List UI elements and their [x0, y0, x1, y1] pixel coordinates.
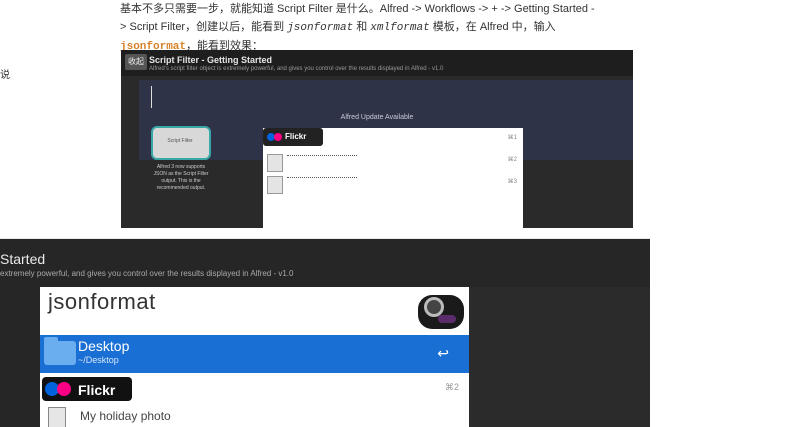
alfred-results-panel: jsonformat Desktop ~/Desktop ↩ Flickr ⌘2…	[40, 287, 469, 427]
flickr-pink-dot-icon	[57, 382, 71, 396]
top-title-bar: Script Filter - Getting Started Alfred's…	[121, 50, 633, 76]
top-subtitle: Alfred's script filter object is extreme…	[149, 66, 444, 72]
article-line-1: 基本不多只需要一步，就能知道 Script Filter 是什么。Alfred …	[120, 3, 595, 15]
mini-result-shortcut: ⌘1	[507, 135, 517, 141]
result-title: My holiday photo	[80, 409, 171, 423]
bottom-title-bar: Started extremely powerful, and gives yo…	[0, 239, 650, 285]
flickr-result-badge[interactable]: Flickr	[42, 377, 132, 401]
screenshot-top: Script Filter - Getting Started Alfred's…	[121, 50, 633, 228]
mini-result-shortcut: ⌘2	[507, 157, 517, 163]
mini-result-row[interactable]: ⌘2	[265, 152, 521, 172]
magnifier-icon	[424, 297, 444, 317]
mini-results-panel: Flickr ⌘1 ⌘2 ⌘3	[263, 128, 523, 228]
article-line-2: > Script Filter，创建以后，能看到 jsonformat 和 xm…	[120, 18, 640, 37]
file-icon	[48, 407, 66, 427]
script-filter-description: Alfred 3 now supports JSON as the Script…	[153, 164, 209, 191]
result-row[interactable]: My holiday photo	[46, 407, 466, 427]
folder-icon	[44, 337, 76, 365]
bottom-subtitle: extremely powerful, and gives you contro…	[0, 269, 294, 278]
result-row-selected[interactable]: Desktop ~/Desktop ↩	[40, 335, 469, 373]
script-filter-icon-label: Script Filter	[167, 138, 193, 144]
return-key-icon: ↩	[437, 345, 449, 361]
mini-result-row[interactable]: ⌘1	[265, 130, 521, 150]
mini-result-text	[287, 155, 357, 160]
update-notice[interactable]: Alfred Update Available	[121, 114, 633, 121]
result-subtitle: ~/Desktop	[78, 355, 119, 365]
bottom-title: Started	[0, 251, 46, 267]
mini-result-row[interactable]: ⌘3	[265, 174, 521, 194]
flickr-label: Flickr	[78, 382, 116, 398]
jsonformat-template-name: jsonformat	[287, 22, 354, 34]
result-title: Desktop	[78, 338, 130, 354]
script-filter-card: Script Filter Alfred 3 now supports JSON…	[151, 126, 211, 224]
mini-result-text	[287, 177, 357, 182]
screenshot-bottom: Started extremely powerful, and gives yo…	[0, 238, 650, 427]
hat-icon	[438, 315, 456, 323]
alfred-query-input[interactable]: jsonformat	[48, 289, 156, 315]
background-area	[469, 287, 650, 427]
alfred-logo-icon	[418, 295, 464, 329]
image-file-icon	[267, 176, 283, 194]
article-line-2-and: 和	[353, 21, 371, 33]
flickr-shortcut: ⌘2	[444, 382, 459, 392]
article-line-2-suffix: 模板，在 Alfred 中，输入	[429, 21, 556, 33]
mini-result-shortcut: ⌘3	[507, 179, 517, 185]
article-line-2-prefix: > Script Filter，创建以后，能看到	[120, 21, 288, 33]
left-text-fragment: 说	[0, 70, 10, 81]
article-text: 基本不多只需要一步，就能知道 Script Filter 是什么。Alfred …	[120, 0, 640, 56]
file-icon	[267, 154, 283, 172]
collapse-button[interactable]: 收起	[125, 54, 147, 70]
xmlformat-template-name: xmlformat	[370, 22, 430, 34]
text-caret	[151, 86, 152, 108]
top-title: Script Filter - Getting Started	[149, 55, 273, 65]
